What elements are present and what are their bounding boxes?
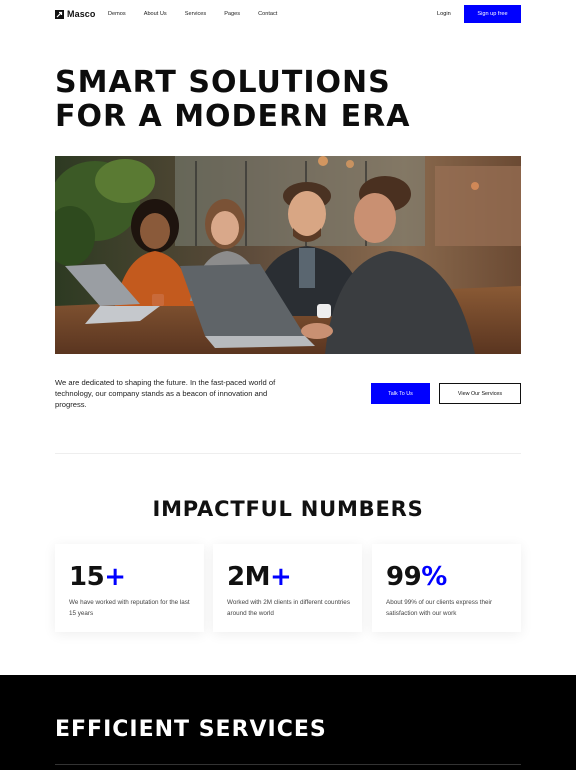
talk-to-us-button[interactable]: Talk To Us [371, 383, 430, 404]
stat-suffix: + [104, 562, 126, 592]
hero-image [55, 156, 521, 354]
services-title: EFFICIENT SERVICES [55, 717, 327, 742]
login-link[interactable]: Login [437, 11, 451, 17]
nav-link-services[interactable]: Services [185, 11, 206, 17]
services-section: EFFICIENT SERVICES [0, 675, 576, 770]
brand-name: Masco [67, 9, 96, 19]
stat-description: Worked with 2M clients in different coun… [227, 599, 350, 617]
section-divider [55, 453, 521, 454]
stat-value: 99% [386, 562, 447, 592]
hero-title: SMART SOLUTIONS FOR A MODERN ERA [55, 66, 515, 134]
hero-title-line-1: SMART SOLUTIONS [55, 65, 391, 100]
stat-card-satisfaction: 99% About 99% of our clients express the… [372, 544, 521, 632]
stat-card-clients: 2M+ Worked with 2M clients in different … [213, 544, 362, 632]
stat-description: About 99% of our clients express their s… [386, 599, 493, 617]
nav-link-demos[interactable]: Demos [108, 11, 126, 17]
logo-icon [55, 9, 64, 19]
team-meeting-photo [55, 156, 521, 354]
nav-links: Demos About Us Services Pages Contact [108, 11, 295, 17]
hero-title-line-2: FOR A MODERN ERA [55, 99, 411, 134]
view-services-button[interactable]: View Our Services [439, 383, 521, 404]
stat-value: 2M+ [227, 562, 292, 592]
stat-suffix: % [421, 562, 447, 592]
nav-link-pages[interactable]: Pages [224, 11, 240, 17]
stat-description: We have worked with reputation for the l… [69, 599, 190, 617]
stat-number: 15 [69, 562, 105, 592]
stat-number: 2M [227, 562, 270, 592]
signup-button[interactable]: Sign up free [464, 5, 521, 23]
services-divider [55, 764, 521, 765]
brand-logo[interactable]: Masco [55, 9, 96, 19]
top-navigation: Masco Demos About Us Services Pages Cont… [0, 0, 576, 30]
nav-link-about-us[interactable]: About Us [144, 11, 167, 17]
numbers-title: IMPACTFUL NUMBERS [152, 497, 424, 521]
hero-intro-text: We are dedicated to shaping the future. … [55, 378, 276, 409]
stat-card-years: 15+ We have worked with reputation for t… [55, 544, 204, 632]
stat-number: 99 [386, 562, 422, 592]
stat-suffix: + [269, 562, 292, 592]
nav-link-contact[interactable]: Contact [258, 11, 277, 17]
stat-value: 15+ [69, 562, 126, 592]
